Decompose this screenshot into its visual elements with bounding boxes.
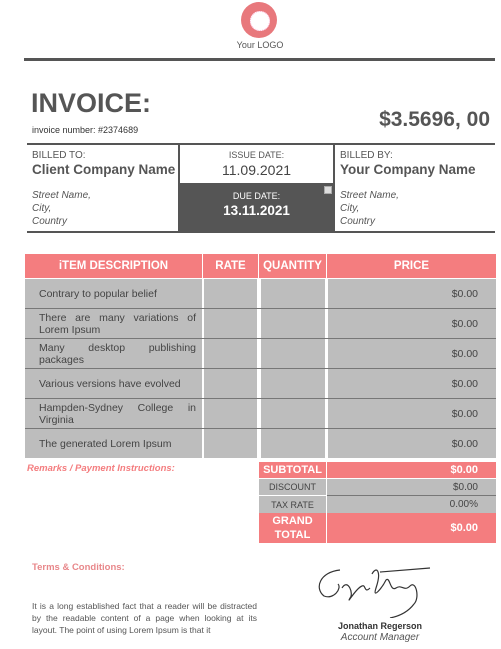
client-country: Country xyxy=(32,216,68,227)
item-price: $0.00 xyxy=(328,279,496,308)
terms-text: It is a long established fact that a rea… xyxy=(32,601,257,635)
item-price: $0.00 xyxy=(328,399,496,428)
tax-rate-label: TAX RATE xyxy=(259,496,326,513)
company-country: Country xyxy=(340,216,376,227)
item-price: $0.00 xyxy=(328,339,496,368)
item-price: $0.00 xyxy=(328,369,496,398)
issue-date-label: ISSUE DATE: xyxy=(228,150,285,160)
item-description[interactable]: The generated Lorem Ipsum xyxy=(25,429,202,458)
item-quantity[interactable] xyxy=(261,399,325,428)
grand-total-label: GRAND TOTAL xyxy=(259,513,326,543)
item-rate[interactable] xyxy=(204,339,257,368)
tax-rate-value[interactable]: 0.00% xyxy=(327,496,496,513)
subtotal-label: SUBTOTAL xyxy=(259,462,326,478)
logo-text: Your LOGO xyxy=(236,40,284,50)
client-street: Street Name, xyxy=(32,190,91,201)
company-name: Your Company Name xyxy=(340,162,476,177)
item-description[interactable]: Many desktop publishing packages xyxy=(25,339,202,368)
item-description[interactable]: Various versions have evolved xyxy=(25,369,202,398)
item-price: $0.00 xyxy=(328,309,496,338)
item-rate[interactable] xyxy=(204,369,257,398)
logo xyxy=(241,2,277,38)
grand-total-value: $0.00 xyxy=(327,513,496,543)
item-rate[interactable] xyxy=(204,429,257,458)
item-price: $0.00 xyxy=(328,429,496,458)
signer-title: Account Manager xyxy=(340,632,420,643)
item-rate[interactable] xyxy=(204,309,257,338)
header-rate: RATE xyxy=(203,254,258,278)
item-rate[interactable] xyxy=(204,399,257,428)
item-description[interactable]: Hampden-Sydney College in Virginia xyxy=(25,399,202,428)
invoice-number: invoice number: #2374689 xyxy=(32,125,139,135)
company-street: Street Name, xyxy=(340,190,399,201)
divider xyxy=(27,231,495,233)
header-description: iTEM DESCRIPTION xyxy=(25,254,202,278)
billed-by-label: BILLED BY: xyxy=(340,150,393,161)
header-price: PRICE xyxy=(327,254,496,278)
remarks-label: Remarks / Payment Instructions: xyxy=(27,463,175,474)
item-description[interactable]: There are many variations of Lorem Ipsum xyxy=(25,309,202,338)
divider xyxy=(27,143,495,145)
due-date-label: DUE DATE: xyxy=(232,191,281,201)
billed-to-label: BILLED TO: xyxy=(32,150,86,161)
header-quantity: QUANTITY xyxy=(259,254,326,278)
item-quantity[interactable] xyxy=(261,429,325,458)
signature xyxy=(318,567,431,618)
divider xyxy=(24,58,495,61)
item-quantity[interactable] xyxy=(261,369,325,398)
invoice-amount: $3.5696, 00 xyxy=(379,108,490,131)
discount-value[interactable]: $0.00 xyxy=(327,479,496,495)
issue-date-value[interactable]: 11.09.2021 xyxy=(180,162,333,178)
item-rate[interactable] xyxy=(204,279,257,308)
invoice-page: Your LOGO INVOICE: invoice number: #2374… xyxy=(0,0,501,649)
signer-name: Jonathan Regerson xyxy=(337,621,422,631)
invoice-title: INVOICE: xyxy=(31,88,152,118)
item-quantity[interactable] xyxy=(261,279,325,308)
due-date-value[interactable]: 13.11.2021 xyxy=(180,203,333,218)
client-name: Client Company Name xyxy=(32,162,176,177)
subtotal-value: $0.00 xyxy=(327,462,496,478)
item-quantity[interactable] xyxy=(261,309,325,338)
company-city: City, xyxy=(340,203,360,214)
discount-label: DISCOUNT xyxy=(259,479,326,495)
client-city: City, xyxy=(32,203,52,214)
item-description[interactable]: Contrary to popular belief xyxy=(25,279,202,308)
item-quantity[interactable] xyxy=(261,339,325,368)
terms-label: Terms & Conditions: xyxy=(32,562,125,573)
